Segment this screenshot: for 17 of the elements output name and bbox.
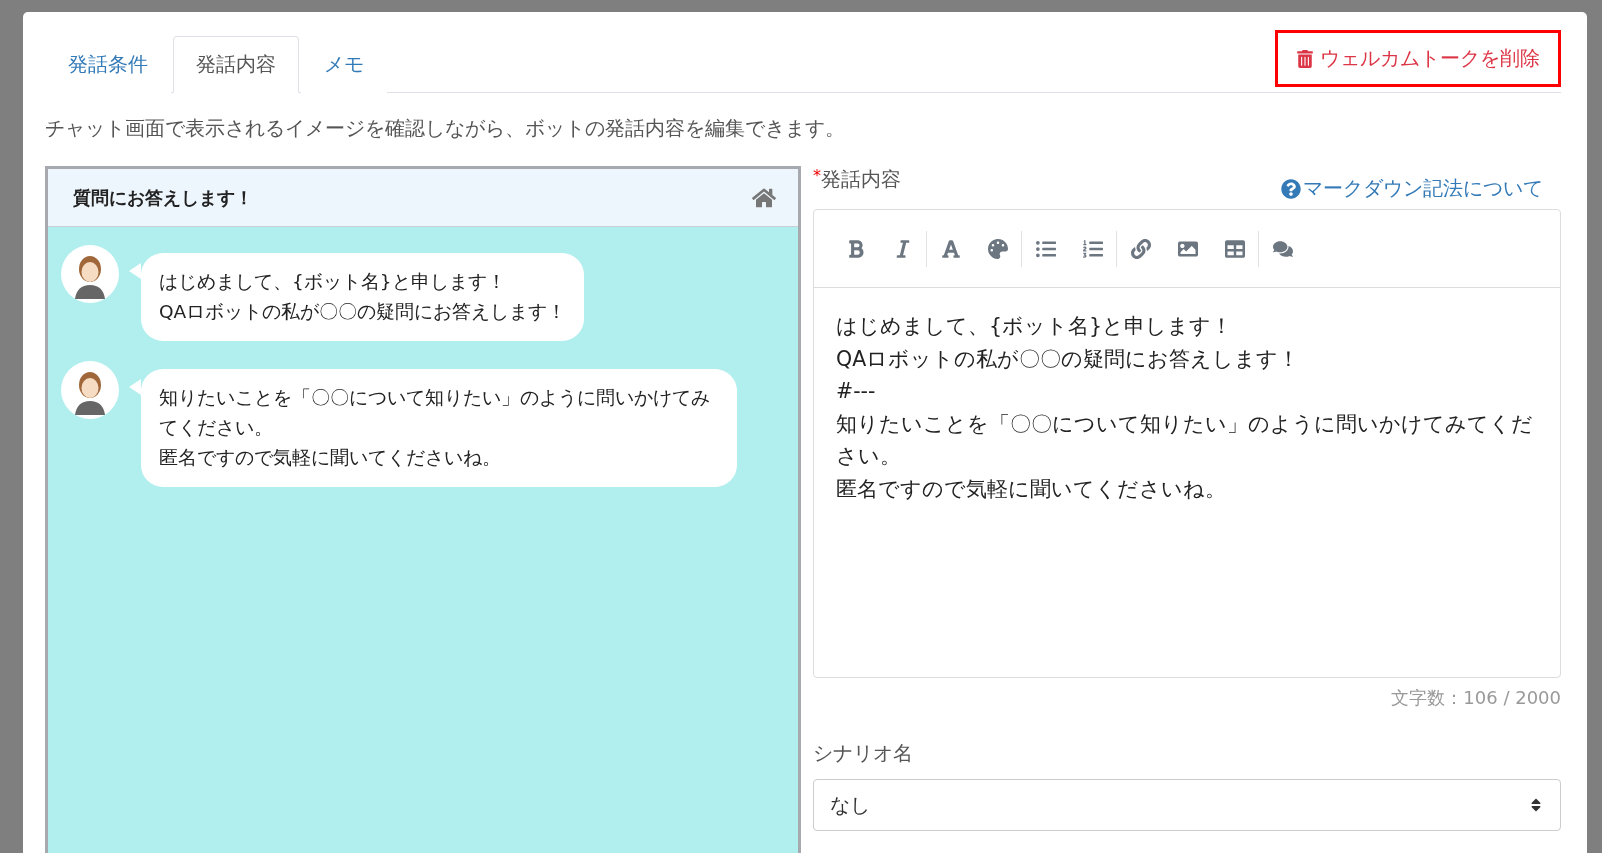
scenario-select[interactable]: なし — [813, 779, 1561, 831]
markdown-help-link[interactable]: マークダウン記法について — [1281, 175, 1543, 202]
chat-bubble: はじめまして、{ボット名}と申します！ QAロボットの私が〇〇の疑問にお答えします！ — [141, 253, 585, 341]
avatar-icon — [61, 245, 119, 303]
avatar-icon — [61, 361, 119, 419]
tab[interactable]: 発話内容 — [173, 36, 299, 93]
field-label: *発話内容 — [813, 166, 901, 193]
description-text: チャット画面で表示されるイメージを確認しながら、ボットの発話内容を編集できます。 — [45, 115, 846, 142]
scenario-label: シナリオ名 — [813, 740, 914, 767]
help-icon — [1281, 178, 1301, 199]
editor-text: はじめまして、{ボット名}と申します！ QAロボットの私が〇〇の疑問にお答えします！ #--- 知りたいことを「〇〇について知りたい」のように問いかけてみてください。 匿名ですので気軽に聞いてくださいね。 — [835, 313, 1534, 503]
chat-title: 質問にお答えします！ — [73, 185, 253, 210]
delete-button[interactable]: ウェルカムトークを削除 — [1275, 30, 1561, 87]
chat-bubble: 知りたいことを「〇〇について知りたい」のように問いかけてみてください。 匿名ですので気軽に聞いてくださいね。 — [141, 369, 737, 487]
trash-icon — [1296, 49, 1314, 68]
editor-field[interactable]: はじめまして、{ボット名}と申します！ QAロボットの私が〇〇の疑問にお答えします！ #--- 知りたいことを「〇〇について知りたい」のように問いかけてみてください。 匿名ですので気軽に聞いてくださいね。 — [813, 209, 1561, 678]
character-count: 文字数：106 / 2000 — [1390, 686, 1561, 710]
